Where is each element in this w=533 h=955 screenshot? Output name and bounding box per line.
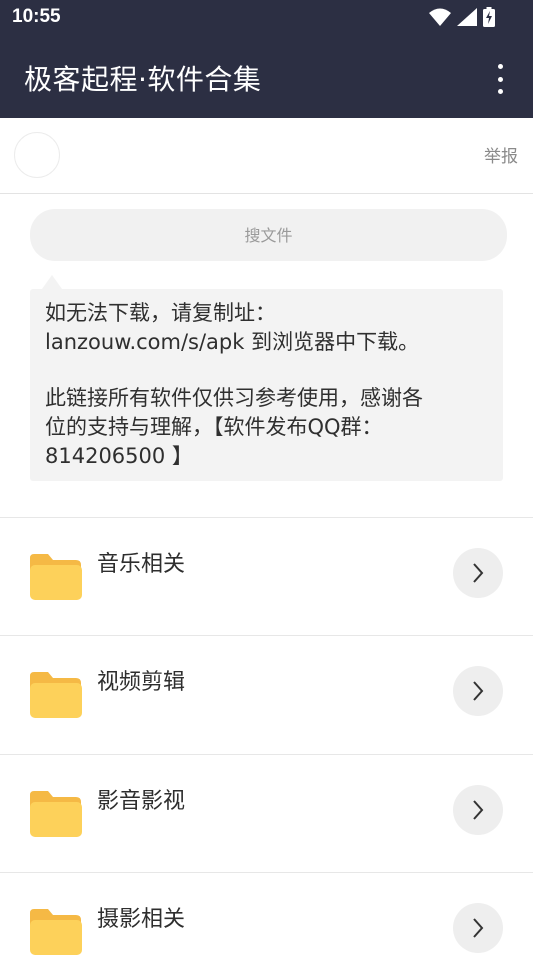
- more-vert-icon[interactable]: [487, 64, 513, 94]
- folder-row[interactable]: 摄影相关: [0, 872, 533, 955]
- report-link[interactable]: 举报: [484, 142, 518, 167]
- chevron-right-icon: [473, 918, 484, 938]
- notice-line: 位的支持与理解，【软件发布QQ群：: [45, 415, 383, 439]
- chevron-right-icon: [473, 563, 484, 583]
- app-title: 极客起程·软件合集: [24, 63, 262, 96]
- folder-label: 音乐相关: [97, 552, 186, 577]
- search-input[interactable]: [30, 209, 507, 261]
- chevron-right-icon: [473, 800, 484, 820]
- folder-row[interactable]: 视频剪辑: [0, 635, 533, 754]
- notice-line: 如无法下载，请复制址：: [45, 301, 276, 325]
- avatar: [14, 132, 60, 178]
- folder-label: 摄影相关: [97, 907, 186, 932]
- notice-line: lanzouw.com/s/apk 到浏览器中下载。: [45, 330, 420, 354]
- open-folder-button[interactable]: [453, 548, 503, 598]
- open-folder-button[interactable]: [453, 785, 503, 835]
- folder-label: 视频剪辑: [97, 670, 186, 695]
- open-folder-button[interactable]: [453, 903, 503, 953]
- folder-icon: [30, 672, 82, 718]
- status-icons: [429, 7, 495, 27]
- folder-icon: [30, 791, 82, 837]
- signal-icon: [457, 8, 477, 26]
- notice-box: 如无法下载，请复制址： lanzouw.com/s/apk 到浏览器中下载。 此…: [30, 275, 503, 481]
- folder-row[interactable]: 影音影视: [0, 754, 533, 873]
- notice-line: 814206500 】: [45, 444, 193, 468]
- battery-charging-icon: [483, 7, 495, 27]
- open-folder-button[interactable]: [453, 666, 503, 716]
- notice-line: 此链接所有软件仅供习参考使用，感谢各: [45, 386, 423, 410]
- status-time: 10:55: [12, 6, 61, 27]
- app-bar: 极客起程·软件合集: [0, 36, 533, 118]
- wifi-icon: [429, 8, 451, 26]
- folder-row[interactable]: 音乐相关: [0, 517, 533, 636]
- folder-label: 影音影视: [97, 789, 186, 814]
- share-header: 举报: [0, 118, 533, 194]
- folder-icon: [30, 554, 82, 600]
- chevron-right-icon: [473, 681, 484, 701]
- status-bar: 10:55: [0, 0, 533, 36]
